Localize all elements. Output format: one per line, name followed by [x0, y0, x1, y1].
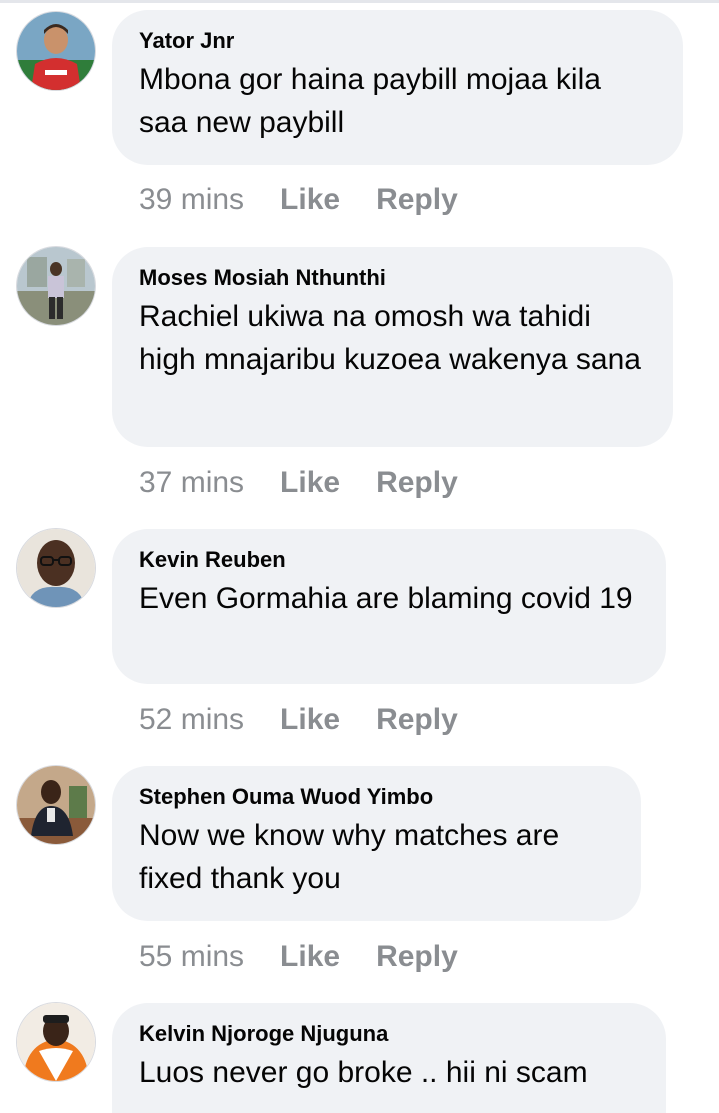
- profile-photo-icon: [17, 529, 95, 607]
- like-button[interactable]: Like: [280, 466, 340, 499]
- comment-author[interactable]: Kelvin Njoroge Njuguna: [139, 1021, 640, 1047]
- reply-button[interactable]: Reply: [376, 703, 458, 736]
- like-button[interactable]: Like: [280, 940, 340, 973]
- comment-bubble: Stephen Ouma Wuod Yimbo Now we know why …: [112, 766, 641, 921]
- avatar[interactable]: [17, 766, 95, 844]
- profile-photo-icon: [17, 1003, 95, 1081]
- comment-bubble: Kevin Reuben Even Gormahia are blaming c…: [112, 529, 666, 684]
- comment-author[interactable]: Kevin Reuben: [139, 547, 640, 573]
- avatar[interactable]: [17, 247, 95, 325]
- comment-actions: 39 mins Like Reply: [139, 183, 458, 217]
- comment-timestamp[interactable]: 52 mins: [139, 703, 244, 736]
- top-divider: [0, 0, 719, 3]
- avatar[interactable]: [17, 529, 95, 607]
- reply-button[interactable]: Reply: [376, 940, 458, 973]
- profile-photo-icon: [17, 247, 95, 325]
- reply-button[interactable]: Reply: [376, 466, 458, 499]
- comment-actions: 55 mins Like Reply: [139, 940, 458, 974]
- profile-photo-icon: [17, 766, 95, 844]
- avatar[interactable]: [17, 12, 95, 90]
- comment-author[interactable]: Stephen Ouma Wuod Yimbo: [139, 784, 615, 810]
- comment-text: Luos never go broke .. hii ni scam: [139, 1056, 588, 1089]
- comment-text: Even Gormahia are blaming covid 19: [139, 582, 633, 615]
- comment-text: Mbona gor haina paybill mojaa kila saa n…: [139, 63, 601, 139]
- comment-text: Rachiel ukiwa na omosh wa tahidi high mn…: [139, 300, 641, 376]
- comment-author[interactable]: Yator Jnr: [139, 28, 657, 54]
- comment-timestamp[interactable]: 55 mins: [139, 940, 244, 973]
- reply-button[interactable]: Reply: [376, 183, 458, 216]
- comment-bubble: Kelvin Njoroge Njuguna Luos never go bro…: [112, 1003, 666, 1113]
- comment-author[interactable]: Moses Mosiah Nthunthi: [139, 265, 647, 291]
- like-button[interactable]: Like: [280, 183, 340, 216]
- comment-bubble: Moses Mosiah Nthunthi Rachiel ukiwa na o…: [112, 247, 673, 447]
- comment-timestamp[interactable]: 39 mins: [139, 183, 244, 216]
- comment-actions: 37 mins Like Reply: [139, 466, 458, 500]
- like-button[interactable]: Like: [280, 703, 340, 736]
- comment-text: Now we know why matches are fixed thank …: [139, 819, 560, 895]
- avatar[interactable]: [17, 1003, 95, 1081]
- comment-timestamp[interactable]: 37 mins: [139, 466, 244, 499]
- comment-bubble: Yator Jnr Mbona gor haina paybill mojaa …: [112, 10, 683, 165]
- profile-photo-icon: [17, 12, 95, 90]
- comment-actions: 52 mins Like Reply: [139, 703, 458, 737]
